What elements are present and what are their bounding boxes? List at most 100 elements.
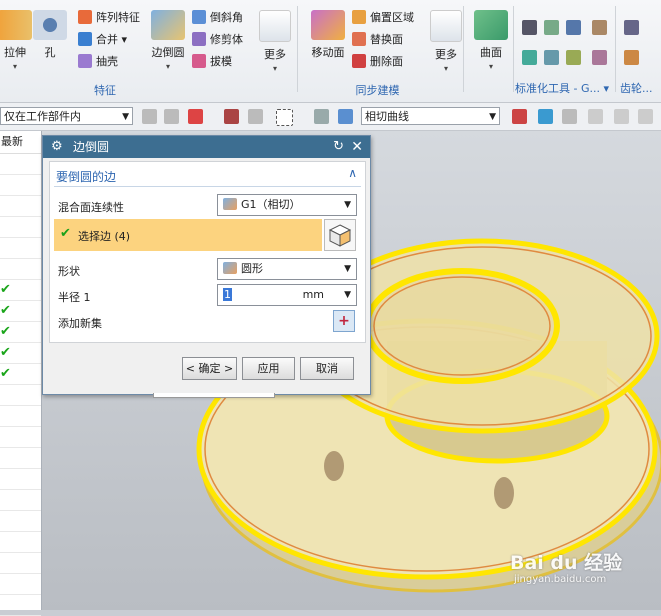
trim-body-button[interactable]: 修剪体: [192, 31, 243, 49]
list-item[interactable]: [0, 511, 41, 532]
select-edge-row[interactable]: ✔ 选择边 (4): [54, 219, 322, 251]
offset-region-icon: [352, 10, 366, 24]
list-item[interactable]: ✔: [0, 301, 41, 322]
list-item[interactable]: [0, 448, 41, 469]
delete-face-button[interactable]: 删除面: [352, 53, 403, 71]
list-item[interactable]: [0, 385, 41, 406]
scope-select[interactable]: 仅在工作部件内 ▼: [0, 107, 133, 125]
list-item[interactable]: [0, 469, 41, 490]
dialog-body: 要倒圆的边 ∧ 混合面连续性 G1（相切） ▼ ✔ 选择边 (4) 形状 圆形 ▼ …: [49, 161, 366, 343]
std-tool-1-icon[interactable]: [522, 20, 537, 35]
select-edge-button[interactable]: [324, 219, 356, 251]
points-icon[interactable]: [562, 109, 577, 124]
close-icon[interactable]: ✕: [351, 136, 363, 158]
list-item[interactable]: ✔: [0, 280, 41, 301]
list-item[interactable]: ✔: [0, 343, 41, 364]
list-item[interactable]: [0, 154, 41, 175]
list-item[interactable]: [0, 406, 41, 427]
move-face-icon: [311, 10, 345, 40]
bolt-hole: [324, 451, 344, 481]
rectangle-select-icon[interactable]: [276, 109, 293, 126]
unite-button[interactable]: 合并 ▾: [78, 31, 127, 49]
chevron-up-icon[interactable]: ∧: [348, 166, 357, 180]
list-item[interactable]: [0, 196, 41, 217]
draft-icon: [192, 54, 206, 68]
replace-face-button[interactable]: 替换面: [352, 31, 403, 49]
reset-icon[interactable]: ↻: [333, 136, 344, 158]
list-item[interactable]: [0, 595, 41, 616]
check-icon: ✔: [0, 303, 11, 318]
edge-blend-button[interactable]: 边倒圆 ▾: [145, 10, 191, 71]
pattern-feature-button[interactable]: 阵列特征: [78, 9, 140, 27]
draft-button[interactable]: 拔模: [192, 53, 232, 71]
check-icon: ✔: [0, 345, 11, 360]
line-icon[interactable]: [588, 109, 603, 124]
std-tool-8-icon[interactable]: [592, 50, 607, 65]
quick-pick-icon[interactable]: [248, 109, 263, 124]
cube-icon: [328, 224, 352, 247]
std-tool-6-icon[interactable]: [544, 50, 559, 65]
std-tools-group-label: 标准化工具 - G... ▾: [514, 82, 609, 95]
filter-icon[interactable]: [142, 109, 157, 124]
continuity-select[interactable]: G1（相切） ▼: [217, 194, 357, 216]
delete-face-icon: [352, 54, 366, 68]
ok-button[interactable]: < 确定 >: [182, 357, 237, 380]
radius-unit: mm: [302, 288, 324, 301]
dialog-title-bar[interactable]: ⚙ 边倒圆 ↻ ✕: [43, 136, 370, 158]
curve-icon[interactable]: [614, 109, 629, 124]
shell-button[interactable]: 抽壳: [78, 53, 118, 71]
std-tool-4-icon[interactable]: [592, 20, 607, 35]
top-ring: [364, 268, 560, 384]
radius-label: 半径 1: [58, 291, 91, 304]
feature-group-label: 特征: [94, 84, 116, 97]
face-rule-icon[interactable]: [314, 109, 329, 124]
hole-button[interactable]: 孔: [27, 10, 73, 60]
apply-button[interactable]: 应用: [242, 357, 295, 380]
feature-more-button[interactable]: 更多 ▾: [252, 10, 298, 73]
list-item[interactable]: ✔: [0, 322, 41, 343]
body-rule-icon[interactable]: [338, 109, 353, 124]
shape-select[interactable]: 圆形 ▼: [217, 258, 357, 280]
list-item[interactable]: [0, 259, 41, 280]
list-item[interactable]: [0, 532, 41, 553]
list-item[interactable]: [0, 490, 41, 511]
radius-input[interactable]: 1 mm ▼: [217, 284, 357, 306]
std-tools-group: 标准化工具 - G... ▾: [515, 0, 616, 100]
arrow-right-icon[interactable]: [538, 109, 553, 124]
snap-icon[interactable]: [164, 109, 179, 124]
std-tool-3-icon[interactable]: [566, 20, 581, 35]
surface-button[interactable]: 曲面 ▾: [468, 10, 514, 71]
list-item[interactable]: [0, 427, 41, 448]
check-icon: ✔: [0, 366, 11, 381]
deselect-icon[interactable]: [224, 109, 239, 124]
ribbon: 拉伸 ▾ 孔 阵列特征 合并 ▾ 抽壳 边倒圆 ▾ 倒斜角 修剪体 拔模 更多 …: [0, 0, 661, 103]
chamfer-button[interactable]: 倒斜角: [192, 9, 243, 27]
list-item[interactable]: [0, 574, 41, 595]
offset-region-button[interactable]: 偏置区域: [352, 9, 414, 27]
curve-rule-select[interactable]: 相切曲线 ▼: [361, 107, 500, 125]
list-item[interactable]: [0, 553, 41, 574]
std-tool-5-icon[interactable]: [522, 50, 537, 65]
radius-value: 1: [223, 288, 232, 301]
spline-icon[interactable]: [638, 109, 653, 124]
gear-group-label: 齿轮...: [620, 82, 653, 95]
list-item[interactable]: ✔: [0, 364, 41, 385]
sync-group-label: 同步建模: [355, 84, 400, 97]
move-face-button[interactable]: 移动面: [305, 10, 351, 60]
edge-blend-icon: [151, 10, 185, 40]
list-item[interactable]: [0, 238, 41, 259]
navigator-header: 最新: [0, 131, 41, 154]
select-all-icon[interactable]: [188, 109, 203, 124]
std-tool-2-icon[interactable]: [544, 20, 559, 35]
surface-icon: [474, 10, 508, 40]
gear-tool-1-icon[interactable]: [624, 20, 639, 35]
gear-icon[interactable]: ⚙: [51, 136, 63, 158]
add-new-set-button[interactable]: +: [333, 310, 355, 332]
tangent-icon[interactable]: [512, 109, 527, 124]
std-tool-7-icon[interactable]: [566, 50, 581, 65]
gear-tool-2-icon[interactable]: [624, 50, 639, 65]
cancel-button[interactable]: 取消: [300, 357, 354, 380]
dialog-shadow-strip: [153, 393, 275, 398]
list-item[interactable]: [0, 217, 41, 238]
list-item[interactable]: [0, 175, 41, 196]
